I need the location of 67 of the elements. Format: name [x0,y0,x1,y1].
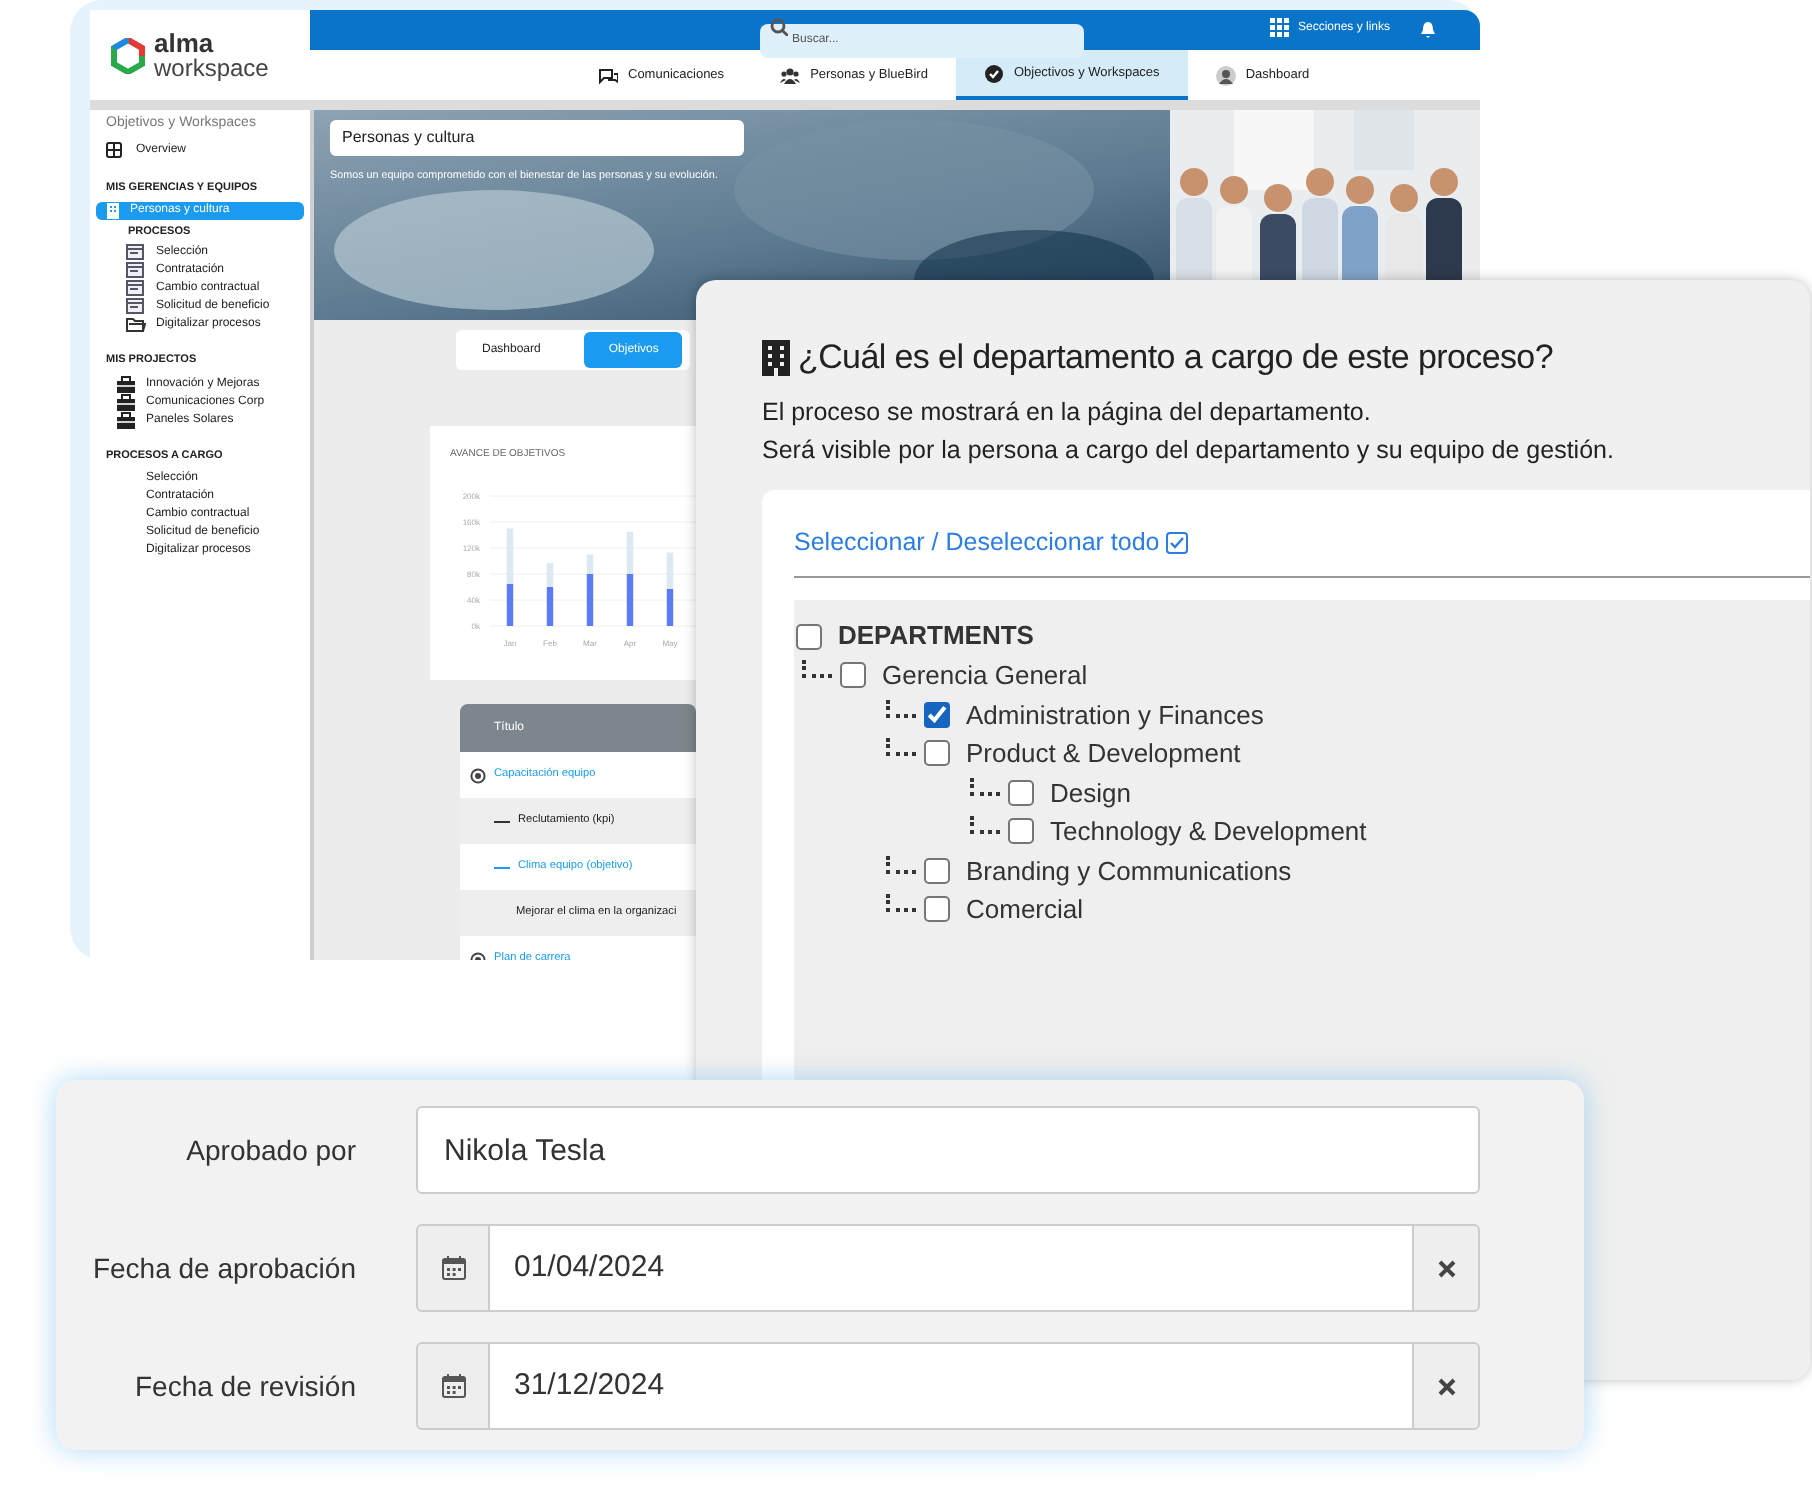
tree-item-label: Technology & Development [1050,814,1367,850]
connector-line [970,777,1000,796]
tree-item-label: DEPARTMENTS [838,618,1034,655]
checkbox-icon [1165,531,1188,554]
briefcase-icon [116,375,136,393]
date-field[interactable]: 01/04/2024 [490,1224,1412,1312]
checkbox[interactable] [1008,779,1034,806]
date-field[interactable]: 31/12/2024 [490,1342,1412,1430]
field-label: Fecha de revisión [132,1367,356,1405]
panel-title: ¿Cuál es el departamento a cargo de este proceso? [798,336,1553,380]
bell-icon [1420,20,1436,38]
calendar-button[interactable] [416,1342,490,1430]
tree-item-label: Comercial [966,892,1084,928]
calendar-icon [441,1374,465,1398]
checkbox[interactable] [1008,818,1034,845]
description-text: Será visible por la persona a cargo del departamento y su equipo de gestión. [762,434,1614,468]
connector-line [886,699,916,718]
calendar-button[interactable] [416,1224,490,1312]
building-icon [762,339,790,376]
form-icon [126,280,146,299]
grid-icon [1270,18,1290,38]
check-circle-icon [983,63,1004,83]
logo-subtext: workspace [154,55,269,79]
clear-button[interactable] [1412,1224,1480,1312]
page-title-field: Personas y cultura [330,120,744,156]
field-label: Fecha de aprobación [90,1249,356,1288]
logo-text: alma [154,31,216,55]
connector-line [886,738,916,757]
dash-icon [494,819,510,823]
select-all-link[interactable]: Seleccionar / Deseleccionar todo [794,524,1188,562]
logo-icon [110,37,146,73]
description-text: El proceso se mostrará en la página del departamento. [762,396,1373,430]
avatar-icon [1215,65,1236,85]
close-icon [1437,1377,1455,1395]
tree-item-label: Administration y Finances [966,697,1264,734]
connector-line [886,894,916,913]
form-icon [126,244,146,263]
tree-item-label: Design [1050,775,1131,812]
folder-icon [126,316,146,335]
target-icon [470,767,486,783]
close-icon [1437,1259,1455,1277]
tree-item-label: Product & Development [966,736,1241,772]
grid-icon [106,141,126,159]
form-icon [126,298,146,317]
briefcase-icon [116,393,136,411]
checkbox[interactable] [924,857,950,884]
connector-line [886,855,916,874]
checkbox[interactable] [840,662,866,689]
checkbox[interactable] [924,740,950,767]
dash-icon [494,865,510,869]
connector-line [802,660,832,679]
calendar-icon [441,1256,465,1280]
input-field[interactable]: Nikola Tesla [416,1106,1480,1194]
field-label: Aprobado por [184,1131,356,1170]
tree-item-label: Gerencia General [882,658,1088,694]
checkbox[interactable] [924,896,950,923]
checkbox[interactable] [796,623,822,649]
form-icon [126,262,146,281]
chat-icon [598,65,618,85]
search-icon [770,18,788,36]
tree-item-label: Branding y Communications [966,853,1292,890]
connector-line [970,816,1000,835]
clear-button[interactable] [1412,1342,1480,1430]
checkbox[interactable] [924,701,950,728]
building-icon [106,202,120,221]
briefcase-icon [116,411,136,429]
people-icon [780,65,801,85]
